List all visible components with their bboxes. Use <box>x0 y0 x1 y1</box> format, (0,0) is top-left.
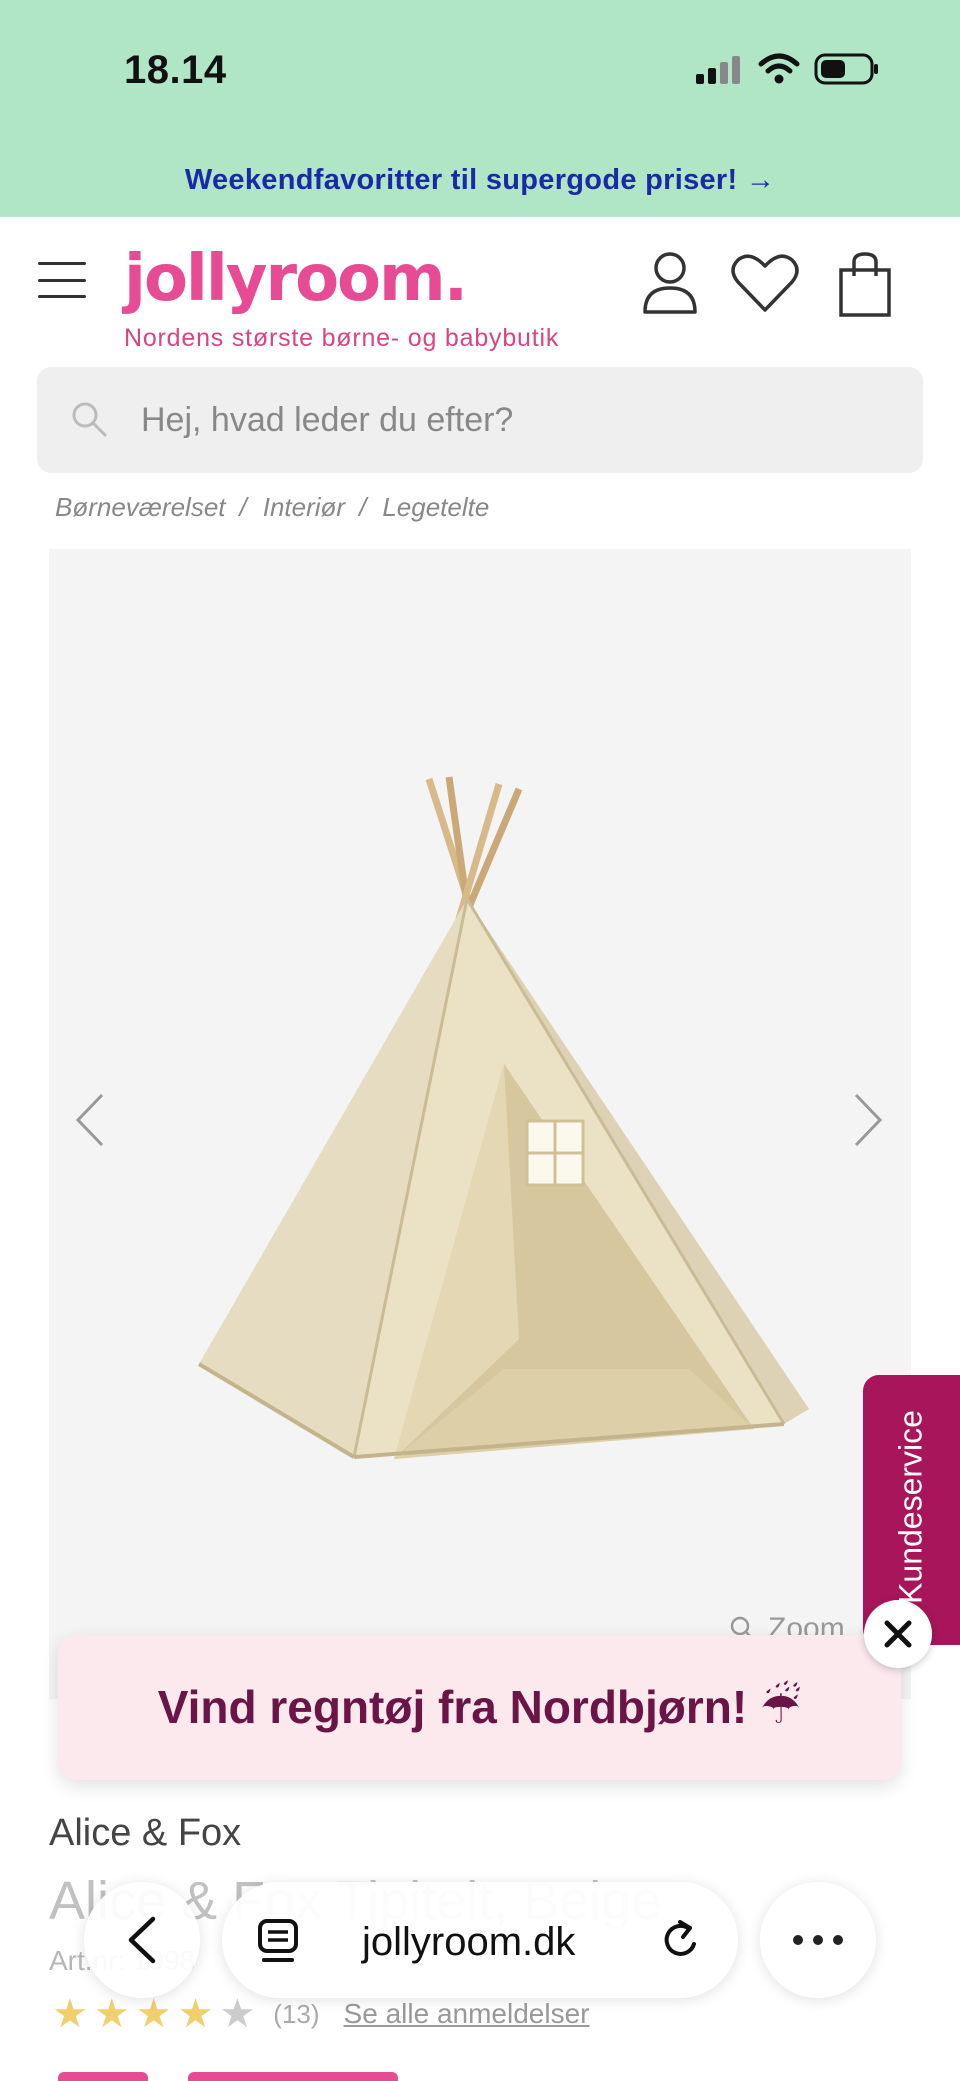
breadcrumb-item[interactable]: Legetelte <box>382 492 489 523</box>
more-dot <box>833 1935 843 1945</box>
signal-icon <box>696 56 740 84</box>
customer-service-label: Kundeservice <box>892 1410 929 1604</box>
logo[interactable]: jollyroom. <box>124 242 468 316</box>
contest-popup[interactable]: Vind regntøj fra Nordbjørn! ☔ <box>58 1635 901 1780</box>
browser-more-button[interactable] <box>760 1882 876 1998</box>
star-empty-icon: ★ <box>219 1992 256 2036</box>
search-icon <box>72 402 107 437</box>
star-icon: ★ <box>135 1992 172 2036</box>
heart-icon[interactable] <box>730 252 800 314</box>
star-icon: ★ <box>52 1992 88 2036</box>
breadcrumb-item[interactable]: Børneværelset <box>55 492 226 523</box>
product-brand[interactable]: Alice & Fox <box>49 1812 241 1855</box>
breadcrumb: Børneværelset / Interiør / Legetelte <box>55 492 490 523</box>
rating-count: (13) <box>273 1998 320 2029</box>
browser-address-bar[interactable]: jollyroom.dk <box>222 1882 738 1998</box>
browser-back-button[interactable] <box>84 1882 200 1998</box>
user-icon[interactable] <box>640 250 700 316</box>
cut-off-badge <box>188 2072 398 2081</box>
status-icons <box>694 52 880 86</box>
close-popup-button[interactable] <box>864 1600 932 1668</box>
tabs-icon <box>258 1919 298 1962</box>
status-time: 18.14 <box>124 48 227 92</box>
teepee-tent-image <box>197 776 809 1459</box>
popup-text: Vind regntøj fra Nordbjørn! ☔ <box>157 1681 802 1733</box>
more-dot <box>813 1935 823 1945</box>
star-icon: ★ <box>93 1992 130 2036</box>
bag-icon[interactable] <box>838 252 892 318</box>
breadcrumb-item[interactable]: Interiør <box>263 492 345 523</box>
tagline: Nordens største børne- og babybutik <box>124 324 560 352</box>
close-icon <box>884 1620 912 1648</box>
see-all-reviews-link[interactable]: Se alle anmeldelser <box>344 1998 590 2030</box>
product-rating[interactable]: ★ ★ ★ ★ ★ (13) Se alle anmeldelser <box>52 1994 589 2034</box>
search-bar[interactable]: Hej, hvad leder du efter? <box>37 367 923 473</box>
more-dot <box>793 1935 803 1945</box>
promo-link[interactable]: Weekendfavoritter til supergode priser! … <box>0 164 960 197</box>
reload-icon[interactable] <box>658 1916 704 1964</box>
status-and-promo-band: 18.14 Weekendfavoritter til supergode pr… <box>0 0 960 217</box>
star-icon: ★ <box>177 1992 214 2036</box>
chevron-left-icon <box>128 1916 156 1964</box>
cut-off-badge <box>58 2072 148 2081</box>
previous-image-arrow[interactable] <box>72 1090 108 1150</box>
menu-icon[interactable] <box>38 262 86 298</box>
browser-url[interactable]: jollyroom.dk <box>362 1920 575 1965</box>
search-input[interactable]: Hej, hvad leder du efter? <box>141 401 513 440</box>
next-image-arrow[interactable] <box>850 1090 886 1150</box>
product-image[interactable] <box>49 549 911 1699</box>
battery-icon <box>814 53 878 85</box>
wifi-icon <box>758 53 800 84</box>
